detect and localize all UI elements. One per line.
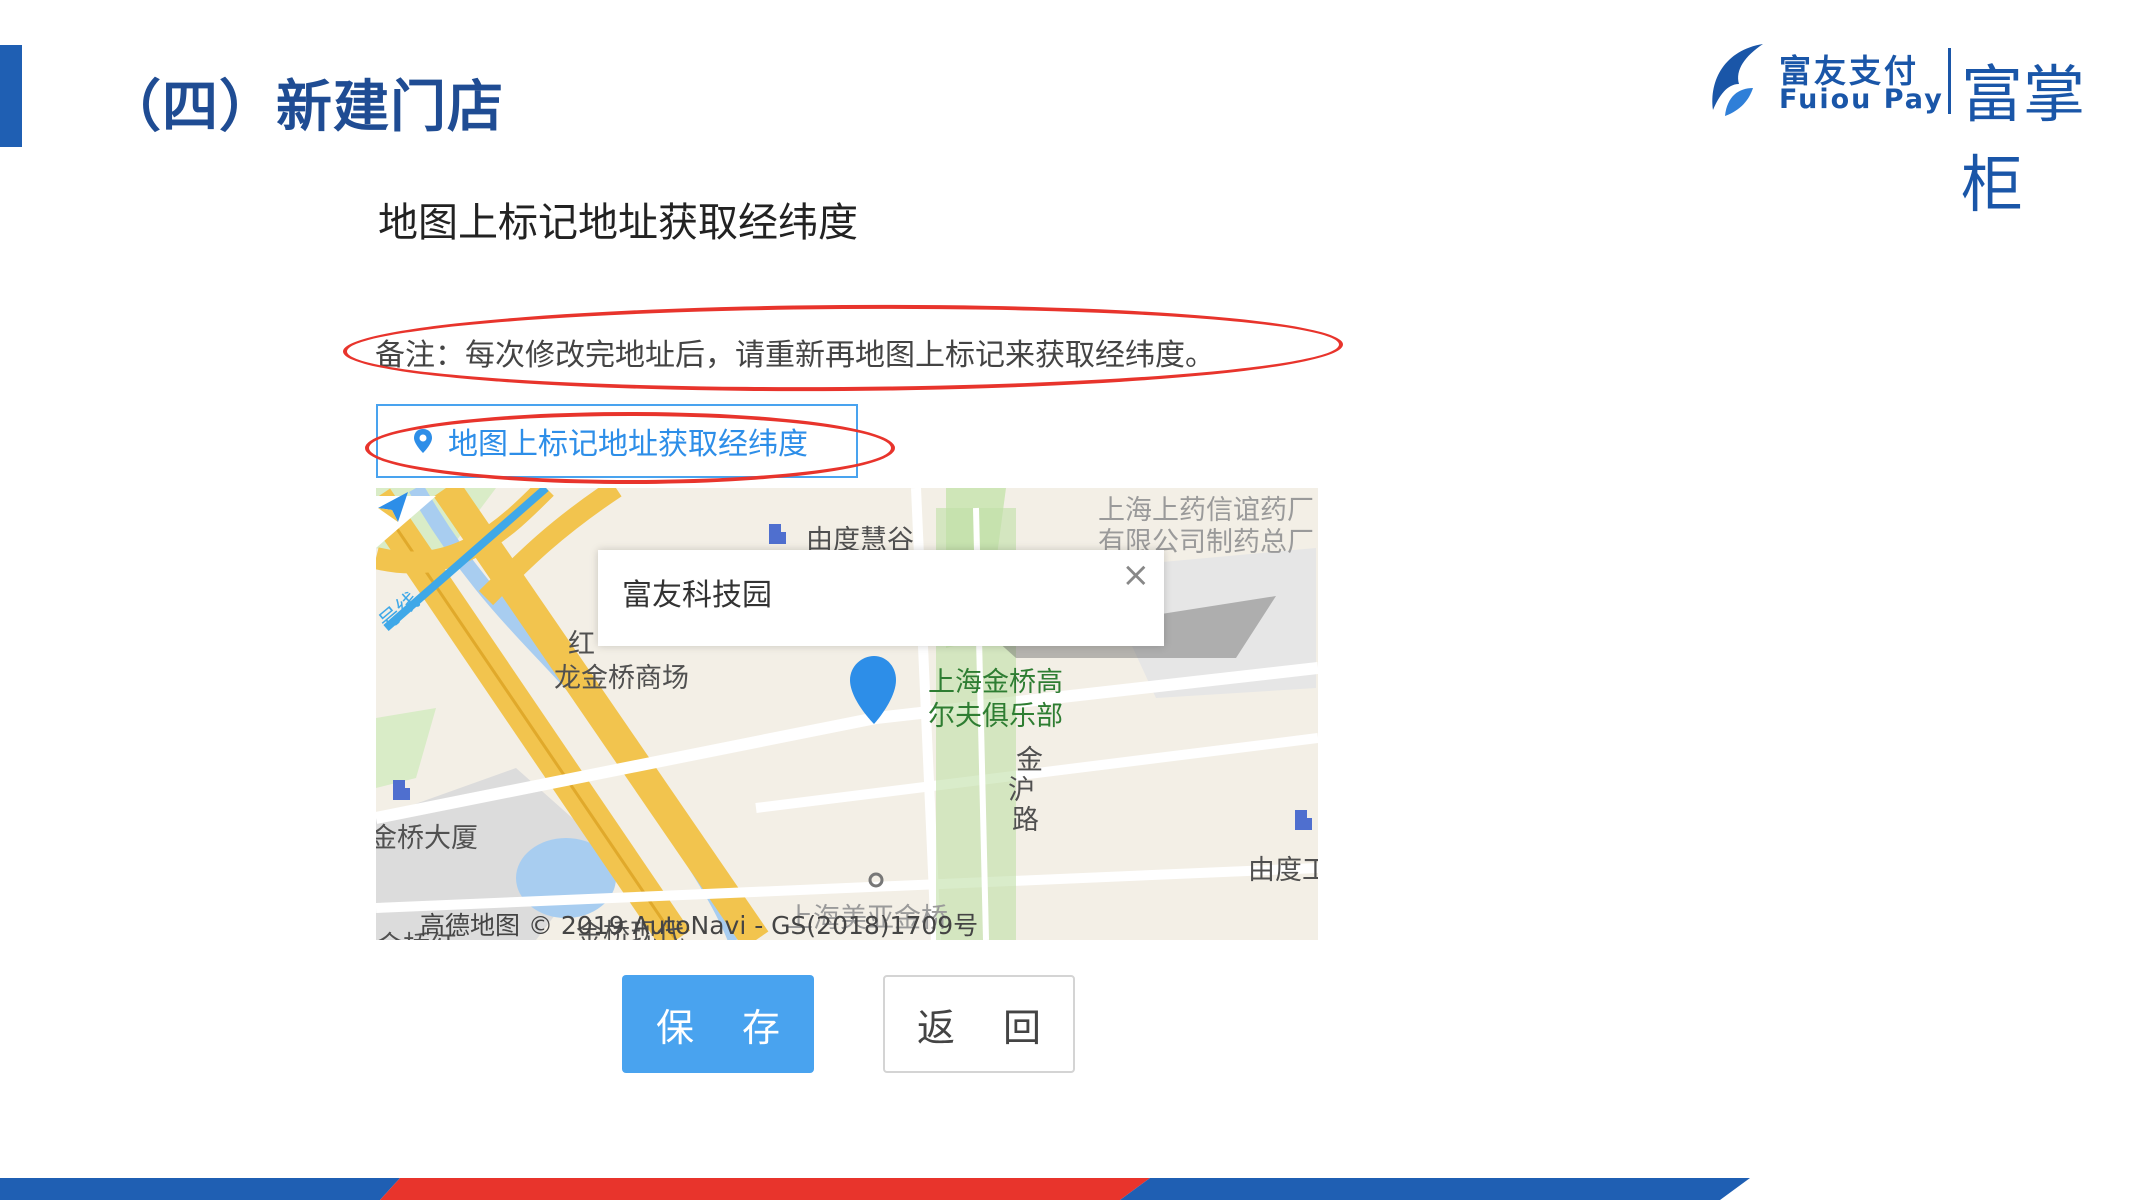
popup-close-icon[interactable]: × [1122, 558, 1151, 592]
map-info-popup: 富友科技园 × [598, 550, 1164, 646]
map-label-youdu-right: 由度工 [1248, 855, 1318, 886]
building-icon [769, 524, 786, 544]
building-icon [1295, 810, 1312, 830]
save-button[interactable]: 保 存 [622, 975, 814, 1073]
page-title: （四）新建门店 [105, 75, 504, 140]
footer-stripe [0, 1178, 1750, 1200]
logo-divider [1948, 48, 1951, 114]
building-icon [393, 780, 410, 800]
fuiou-logo: 富友支付 Fuiou Pay 富掌柜 [1705, 40, 2115, 221]
amap-logo-icon [378, 492, 408, 522]
button-highlight-ellipse [365, 412, 895, 484]
fuiou-logo-icon [1712, 44, 1763, 116]
title-accent-bar [0, 45, 22, 147]
popup-title: 富友科技园 [622, 578, 772, 613]
logo-brand-text: 富掌柜 [1961, 58, 2086, 221]
logo-english-text: Fuiou Pay [1779, 84, 1944, 115]
map-label-longjinqiao: 龙金桥商场 [554, 663, 689, 694]
section-subtitle: 地图上标记地址获取经纬度 [378, 200, 858, 246]
back-button[interactable]: 返 回 [883, 975, 1075, 1073]
map-label-jinqiao-building: 金桥大厦 [376, 823, 478, 854]
map-view[interactable]: 由度慧谷 上海上药信谊药厂 有限公司制药总厂 红 龙金桥商场 上海金桥高 尔夫俱… [376, 488, 1318, 940]
note-highlight-ellipse [342, 301, 1344, 395]
map-label-jinhu-road-3: 路 [1012, 805, 1039, 836]
map-label-golf-line2: 尔夫俱乐部 [928, 701, 1063, 732]
map-copyright: 高德地图 © 2019 AutoNavi - GS(2018)1709号 [420, 911, 979, 940]
